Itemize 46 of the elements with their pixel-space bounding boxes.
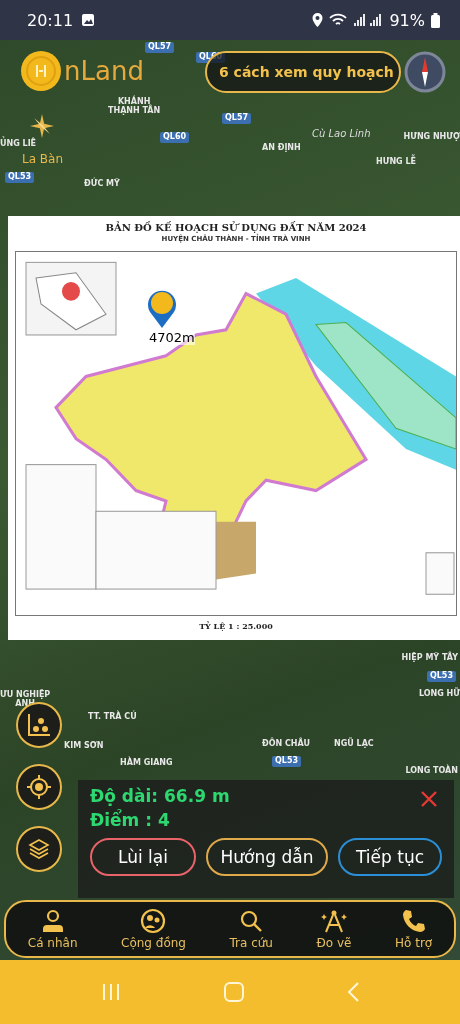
nav-item[interactable]: Cộng đồng: [121, 908, 186, 950]
scatter-chart-icon: [26, 712, 52, 738]
compass-rose-icon[interactable]: [30, 114, 54, 138]
road-label: QL57: [145, 42, 175, 53]
map-scale-text: TỶ LỆ 1 : 25.000: [199, 621, 273, 631]
compass-label: La Bàn: [22, 152, 64, 166]
signal-icon: [353, 13, 384, 27]
map-label: AN ĐỊNH: [262, 144, 301, 153]
app-logo-text: nLand: [64, 56, 144, 86]
layers-icon: [27, 837, 51, 861]
location-pin-icon[interactable]: [146, 288, 178, 328]
action-button[interactable]: Tiếp tục: [338, 838, 442, 876]
location-icon: [312, 13, 324, 27]
points-text: Điểm : 4: [90, 810, 170, 830]
phone-icon: [400, 908, 427, 934]
crosshair-icon: [26, 774, 52, 800]
close-icon[interactable]: [420, 790, 438, 808]
action-button[interactable]: Lùi lại: [90, 838, 196, 876]
map-label: Cù Lao Linh: [312, 128, 371, 139]
nav-item[interactable]: Cá nhân: [27, 908, 78, 950]
image-icon: [81, 13, 96, 27]
compass-drawing-icon: [321, 908, 347, 934]
road-label: QL53: [5, 172, 35, 183]
distance-label: 4702m: [149, 330, 195, 345]
coin-logo-icon: [20, 50, 62, 92]
locate-button[interactable]: [16, 764, 62, 810]
layers-button[interactable]: [16, 826, 62, 872]
battery-percent: 91%: [389, 10, 425, 30]
road-label: QL53: [426, 671, 456, 682]
nav-item[interactable]: Tra cứu: [229, 908, 273, 950]
road-label: QL53: [272, 756, 302, 767]
map-label: HƯNG NHƯỢ: [403, 133, 460, 142]
road-label: QL60: [160, 132, 190, 143]
map-label: KIM SƠN: [64, 742, 104, 751]
road-label: QL57: [222, 113, 252, 124]
nav-item[interactable]: Đo vẽ: [316, 908, 352, 950]
nav-item[interactable]: Hỗ trợ: [395, 908, 433, 950]
satellite-map[interactable]: [0, 40, 460, 960]
wifi-icon: [329, 13, 348, 27]
map-sheet-title: BẢN ĐỒ KẾ HOẠCH SỬ DỤNG ĐẤT NĂM 2024: [105, 222, 367, 233]
compass-icon[interactable]: [404, 51, 446, 93]
battery-icon: [431, 12, 440, 28]
length-text: Độ dài: 66.9 m: [90, 786, 230, 806]
status-time: 20:11: [27, 10, 74, 30]
action-button[interactable]: Hướng dẫn: [206, 838, 328, 876]
people-icon: [140, 908, 167, 934]
